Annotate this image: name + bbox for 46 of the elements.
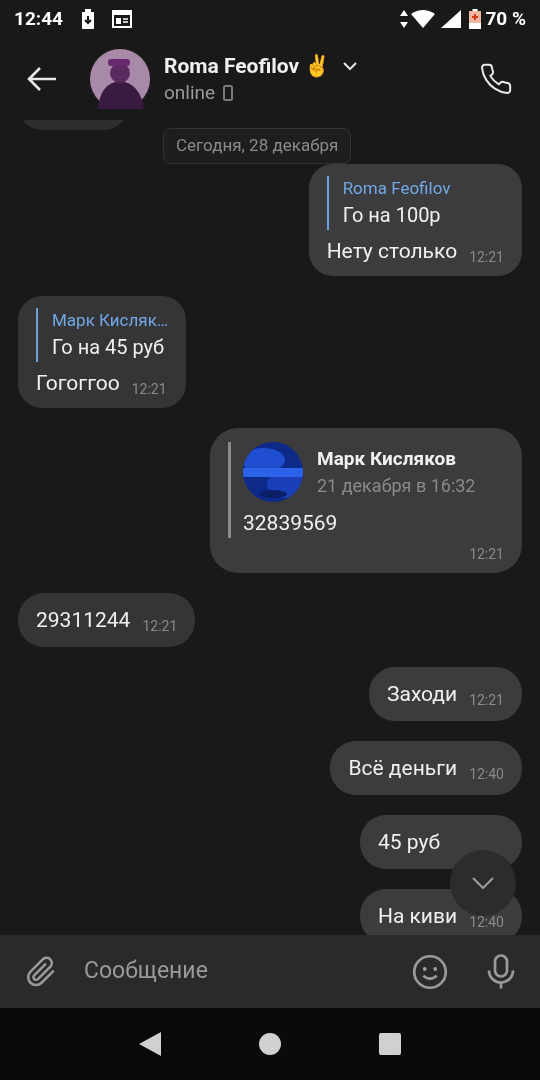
- message-input-field[interactable]: Сообщение: [0, 935, 540, 1008]
- online-status: online: [164, 80, 216, 106]
- message-text: На киви: [377, 903, 458, 930]
- forward-date: 21 декабря в 16:32: [317, 474, 476, 498]
- reply-text: Го на 45 руб: [52, 334, 166, 361]
- microphone-icon[interactable]: [486, 953, 516, 990]
- reply-text: Го на 100р: [342, 202, 442, 229]
- phone-device-icon: [223, 85, 234, 101]
- download-icon: [80, 9, 95, 29]
- smiley-icon[interactable]: [412, 953, 448, 990]
- status-time: 12:44: [14, 5, 63, 32]
- message-text: Нету столько: [326, 238, 458, 265]
- message-text: 29311244: [36, 607, 131, 634]
- message-time: 12:21: [131, 380, 167, 399]
- message-time: 12:21: [469, 545, 504, 564]
- phone-icon: [479, 62, 513, 96]
- data-arrows-icon: [400, 10, 409, 28]
- message-text: Гогоггоо: [36, 370, 120, 397]
- signal-icon: [441, 10, 462, 28]
- back-arrow-icon: [27, 66, 57, 92]
- message-input[interactable]: Сообщение: [84, 954, 412, 989]
- message-time: 12:40: [469, 913, 504, 932]
- message-text: 45 руб: [377, 829, 440, 856]
- message-time: 12:21: [142, 617, 178, 636]
- home-nav-icon[interactable]: [259, 1033, 281, 1055]
- avatar[interactable]: [90, 49, 150, 109]
- message-time: 12:21: [469, 691, 504, 710]
- message-text: Всё деньги: [348, 755, 458, 782]
- reply-author: Марк Кисляк…: [52, 309, 169, 332]
- message-text: 32839569: [243, 510, 339, 537]
- reply-author: Roma Feofilov: [342, 177, 452, 200]
- date-chip: Сегодня, 28 декабря: [163, 128, 352, 164]
- chevron-down-icon: [471, 876, 495, 890]
- back-nav-icon[interactable]: [139, 1032, 161, 1056]
- battery-percent: 70 %: [485, 5, 526, 32]
- calendar-icon: [111, 10, 132, 28]
- wifi-icon: [411, 10, 436, 28]
- message-time: 12:21: [469, 248, 504, 267]
- message-text: Заходи: [387, 681, 458, 708]
- contact-name: Roma Feofilov ✌: [164, 53, 331, 80]
- forward-author: Марк Кисляков: [317, 446, 457, 472]
- chevron-down-icon[interactable]: [342, 61, 359, 71]
- paperclip-icon[interactable]: [24, 954, 58, 989]
- battery-icon: [469, 9, 482, 29]
- message-time: 12:40: [469, 765, 504, 784]
- call-button[interactable]: [478, 61, 514, 97]
